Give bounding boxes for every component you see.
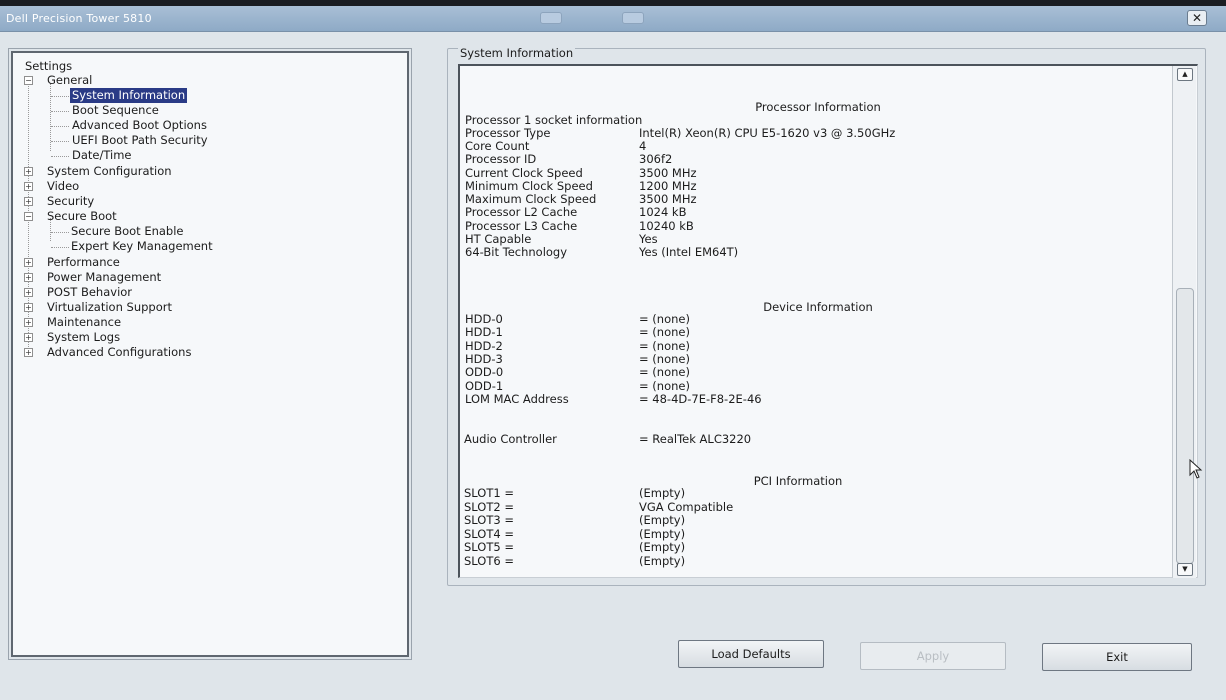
tree-item-power-management[interactable]: Power Management <box>47 270 161 285</box>
tree-guide <box>51 156 69 157</box>
info-value: Intel(R) Xeon(R) CPU E5-1620 v3 @ 3.50GH… <box>639 126 896 140</box>
scroll-thumb[interactable] <box>1176 288 1194 564</box>
expand-power-management-icon[interactable]: + <box>24 273 33 282</box>
info-value: (Empty) <box>639 540 686 554</box>
tree-item-performance[interactable]: Performance <box>47 255 120 270</box>
tree-item-advanced-boot-options[interactable]: Advanced Boot Options <box>72 118 207 133</box>
exit-button[interactable]: Exit <box>1042 643 1192 671</box>
close-button[interactable]: ✕ <box>1187 10 1207 26</box>
info-label: Processor L2 Cache <box>465 205 578 219</box>
tree-item-security[interactable]: Security <box>47 194 94 209</box>
scroll-down-button[interactable]: ▼ <box>1177 563 1193 576</box>
tree-item-expert-key-management[interactable]: Expert Key Management <box>71 239 213 254</box>
tree-item-system-information[interactable]: System Information <box>70 88 188 103</box>
expand-performance-icon[interactable]: + <box>24 258 33 267</box>
tree-item-boot-sequence[interactable]: Boot Sequence <box>72 103 159 118</box>
tree-item-system-logs[interactable]: System Logs <box>47 330 120 345</box>
info-label: 64-Bit Technology <box>465 245 568 259</box>
info-value: (Empty) <box>639 513 686 527</box>
expand-system-logs-icon[interactable]: + <box>24 333 33 342</box>
system-information-panel: Processor Information Processor 1 socket… <box>458 64 1198 578</box>
tree-item-date-time[interactable]: Date/Time <box>72 148 132 163</box>
collapse-general-icon[interactable]: − <box>24 76 33 85</box>
apply-button[interactable]: Apply <box>860 642 1006 670</box>
info-value: Yes (Intel EM64T) <box>639 245 739 259</box>
tree-item-post-behavior[interactable]: POST Behavior <box>47 285 132 300</box>
tree-guide <box>51 232 69 233</box>
chevron-down-icon: ▼ <box>1182 565 1188 573</box>
info-value: (Empty) <box>639 554 686 568</box>
tree-item-system-configuration[interactable]: System Configuration <box>47 164 172 179</box>
group-title: System Information <box>458 46 576 60</box>
tree-item-general[interactable]: General <box>47 73 92 88</box>
info-value: = (none) <box>639 325 690 339</box>
pci-information-heading: PCI Information <box>753 474 843 488</box>
tree-item-uefi-boot-path-security[interactable]: UEFI Boot Path Security <box>72 133 208 148</box>
tree-guide <box>51 111 69 112</box>
settings-tree: Settings − General System Information Bo… <box>11 51 409 657</box>
tree-item-secure-boot-enable[interactable]: Secure Boot Enable <box>71 224 184 239</box>
info-value: 1024 kB <box>639 205 687 219</box>
device-information-heading: Device Information <box>763 300 873 314</box>
mouse-cursor-icon <box>1189 459 1203 479</box>
info-label: SLOT5 = <box>464 540 514 554</box>
expand-system-configuration-icon[interactable]: + <box>24 167 33 176</box>
expand-advanced-configurations-icon[interactable]: + <box>24 348 33 357</box>
settings-tree-frame: Settings − General System Information Bo… <box>8 48 412 660</box>
tree-guide <box>51 247 69 248</box>
tree-item-virtualization-support[interactable]: Virtualization Support <box>47 300 172 315</box>
tree-guide <box>51 141 69 142</box>
audio-controller-label: Audio Controller <box>464 432 557 446</box>
titlebar-decoration-right <box>622 12 644 24</box>
tree-item-advanced-configurations[interactable]: Advanced Configurations <box>47 345 191 360</box>
info-scrollbar[interactable]: ▲ ▼ <box>1172 66 1196 578</box>
info-label: SLOT6 = <box>464 554 514 568</box>
tree-root-settings: Settings <box>25 59 73 73</box>
info-value: = 48-4D-7E-F8-2E-46 <box>639 392 762 406</box>
audio-controller-value: = RealTek ALC3220 <box>639 432 752 446</box>
tree-item-secure-boot[interactable]: Secure Boot <box>47 209 117 224</box>
info-label: SLOT1 = <box>464 486 514 500</box>
info-value: (Empty) <box>639 486 686 500</box>
info-label: ODD-0 <box>465 365 504 379</box>
info-value: = (none) <box>639 365 690 379</box>
expand-virtualization-support-icon[interactable]: + <box>24 303 33 312</box>
window-title: Dell Precision Tower 5810 <box>6 12 152 25</box>
collapse-secure-boot-icon[interactable]: − <box>24 212 33 221</box>
tree-guide <box>51 126 69 127</box>
processor-information-heading: Processor Information <box>755 100 881 114</box>
expand-maintenance-icon[interactable]: + <box>24 318 33 327</box>
chevron-up-icon: ▲ <box>1182 70 1188 78</box>
close-icon: ✕ <box>1191 11 1203 25</box>
expand-security-icon[interactable]: + <box>24 197 33 206</box>
titlebar-decoration-left <box>540 12 562 24</box>
info-label: Processor ID <box>465 152 537 166</box>
info-label: SLOT3 = <box>464 513 514 527</box>
tree-guide <box>51 96 69 97</box>
expand-video-icon[interactable]: + <box>24 182 33 191</box>
tree-item-maintenance[interactable]: Maintenance <box>47 315 121 330</box>
info-label: LOM MAC Address <box>465 392 569 406</box>
info-label: HDD-1 <box>465 325 503 339</box>
title-bar: Dell Precision Tower 5810 ✕ <box>0 6 1226 32</box>
tree-item-video[interactable]: Video <box>47 179 79 194</box>
info-value: 306f2 <box>639 152 673 166</box>
scroll-up-button[interactable]: ▲ <box>1177 68 1193 81</box>
expand-post-behavior-icon[interactable]: + <box>24 288 33 297</box>
load-defaults-button[interactable]: Load Defaults <box>678 640 824 668</box>
